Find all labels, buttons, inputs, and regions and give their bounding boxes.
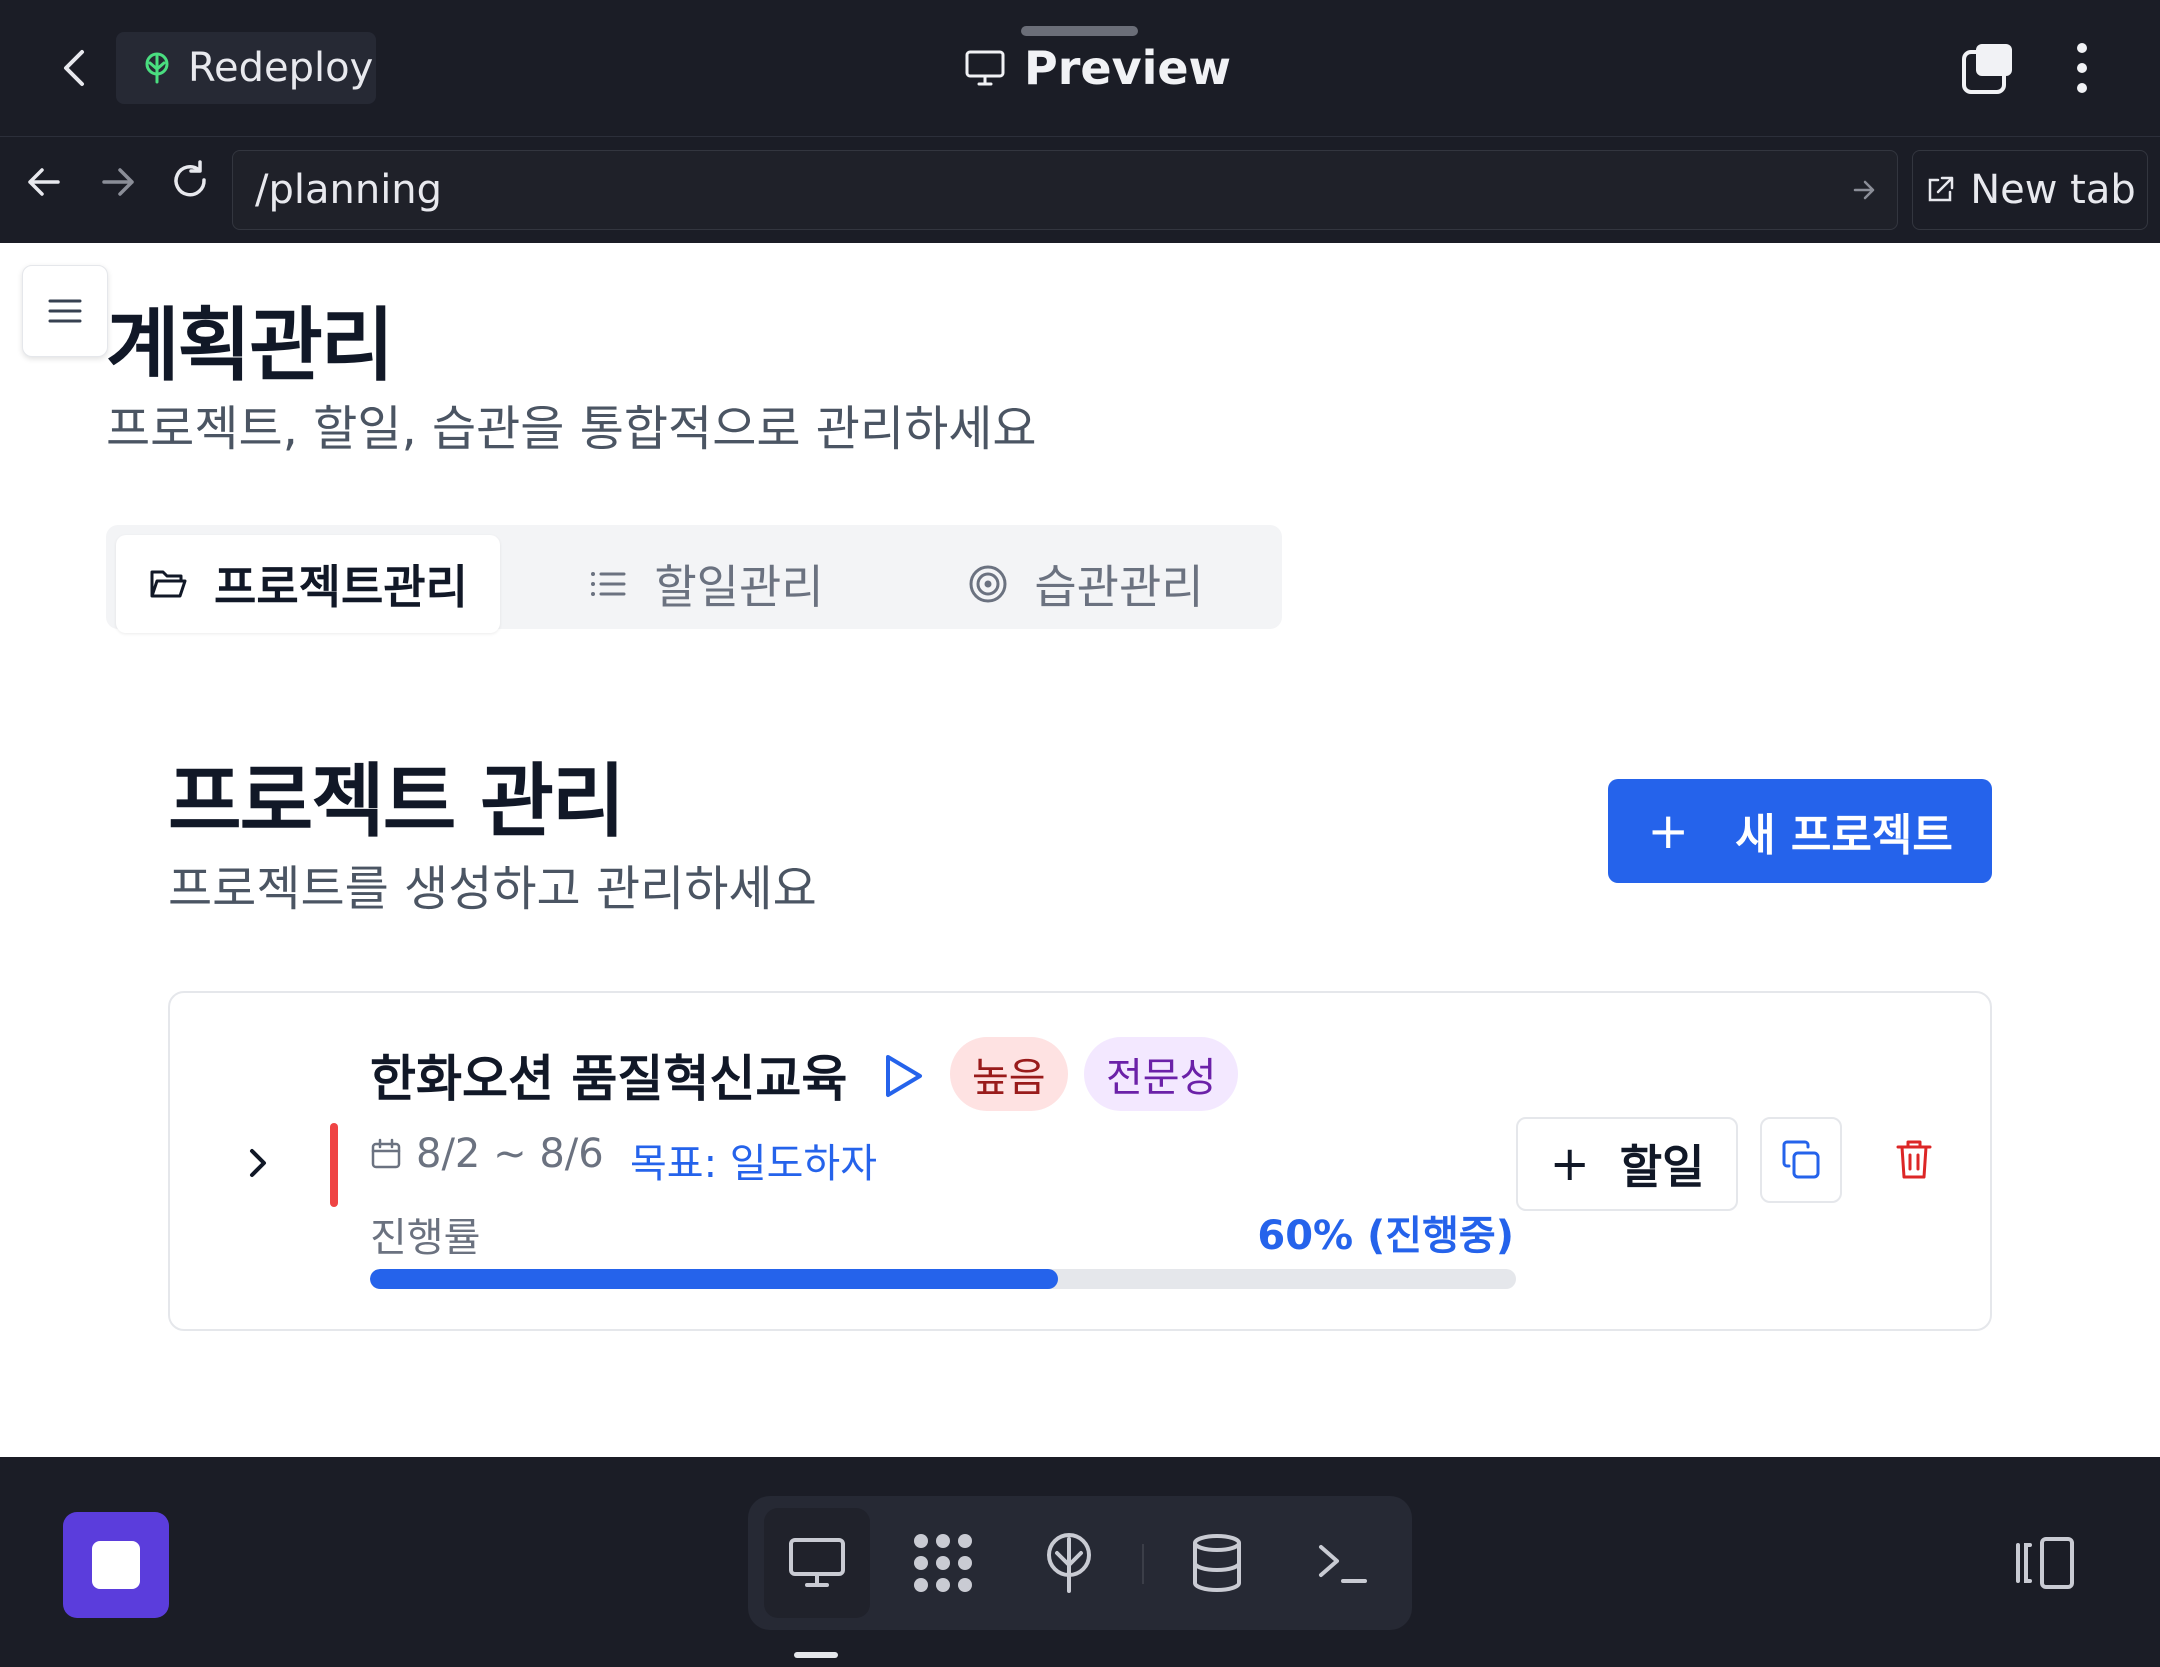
bottom-toolbar <box>0 1457 2160 1667</box>
tab-label: 습관관리 <box>1034 560 1204 614</box>
tree-icon <box>140 51 174 85</box>
stop-button[interactable] <box>63 1512 169 1618</box>
chevron-right-icon <box>250 1149 266 1177</box>
calendar-icon <box>370 1138 402 1170</box>
priority-indicator <box>330 1123 338 1207</box>
progress-label: 진행률 <box>370 1215 481 1261</box>
tab-label: 프로젝트관리 <box>214 560 468 614</box>
list-icon <box>588 564 628 604</box>
hamburger-icon <box>48 299 82 323</box>
chevron-left-icon <box>64 50 84 86</box>
redeploy-label: Redeploy <box>188 45 374 91</box>
panel-toggle-button[interactable] <box>2012 1533 2076 1593</box>
expand-button[interactable] <box>240 1143 276 1183</box>
url-bar: /planning New tab <box>0 138 2160 243</box>
page-subtitle: 프로젝트, 할일, 습관을 통합적으로 관리하세요 <box>106 401 1037 457</box>
add-todo-label: 할일 <box>1619 1140 1705 1194</box>
section-title: 프로젝트 관리 <box>168 755 625 848</box>
grid-dots-icon <box>914 1534 972 1592</box>
sidebar-toggle-button[interactable] <box>22 265 108 357</box>
windows-button[interactable] <box>1960 40 2016 96</box>
monitor-icon <box>789 1538 845 1587</box>
progress-bar-fill <box>370 1269 1058 1289</box>
external-link-icon <box>1924 174 1956 206</box>
project-dates: 8/2 ~ 8/6 <box>370 1131 604 1177</box>
reload-icon <box>174 160 206 197</box>
panel-icon <box>2016 1537 2074 1589</box>
dock-separator <box>1142 1544 1144 1584</box>
page-title: 계획관리 <box>106 299 394 392</box>
windows-icon <box>1962 44 2012 94</box>
tree-icon <box>1047 1533 1091 1593</box>
redeploy-button[interactable]: Redeploy <box>116 32 376 104</box>
terminal-icon <box>1319 1545 1367 1583</box>
arrow-right-icon <box>102 168 134 196</box>
planning-tabs: 프로젝트관리 할일관리 습관관리 <box>106 525 1282 633</box>
reload-button[interactable] <box>166 158 214 206</box>
home-indicator <box>794 1652 838 1658</box>
project-name: 한화오션 품질혁신교육 <box>370 1050 848 1108</box>
arrow-left-icon <box>28 168 60 196</box>
url-input[interactable]: /planning <box>232 150 1898 230</box>
new-project-button[interactable]: + 새 프로젝트 <box>1608 779 1992 883</box>
section-subtitle: 프로젝트를 생성하고 관리하세요 <box>168 861 817 917</box>
add-todo-button[interactable]: + 할일 <box>1516 1117 1738 1211</box>
folder-icon <box>148 564 188 604</box>
tab-projects[interactable]: 프로젝트관리 <box>116 535 500 633</box>
tab-habits[interactable]: 습관관리 <box>926 535 1246 633</box>
drag-handle[interactable] <box>1021 26 1138 36</box>
dock-deploy-button[interactable] <box>1016 1508 1122 1618</box>
priority-badge: 높음 <box>950 1037 1068 1111</box>
dock-terminal-button[interactable] <box>1290 1508 1396 1618</box>
date-range: 8/2 ~ 8/6 <box>416 1131 604 1177</box>
plus-icon: + <box>1549 1136 1590 1192</box>
back-button[interactable] <box>52 42 98 94</box>
copy-icon <box>1782 1140 1820 1179</box>
monitor-icon <box>964 47 1006 89</box>
play-icon <box>886 1055 922 1097</box>
category-badge: 전문성 <box>1084 1037 1239 1111</box>
project-card: 한화오션 품질혁신교육 높음 전문성 8/2 ~ 8/6 목표: 일도하자 진행… <box>168 991 1992 1331</box>
new-project-label: 새 프로젝트 <box>1735 810 1953 861</box>
more-menu-button[interactable] <box>2062 40 2102 96</box>
go-icon[interactable] <box>1849 175 1879 205</box>
target-icon <box>968 564 1008 604</box>
tool-dock <box>748 1496 1412 1630</box>
delete-button[interactable] <box>1884 1129 1944 1189</box>
preview-title: Preview <box>964 36 1231 100</box>
duplicate-button[interactable] <box>1760 1117 1842 1203</box>
trash-icon <box>1896 1140 1932 1179</box>
project-goal: 목표: 일도하자 <box>630 1141 877 1187</box>
more-vertical-icon <box>2077 43 2087 93</box>
start-project-button[interactable] <box>882 1053 926 1099</box>
new-tab-label: New tab <box>1970 167 2136 213</box>
preview-title-text: Preview <box>1024 41 1232 95</box>
dock-database-button[interactable] <box>1164 1508 1270 1618</box>
database-icon <box>1193 1534 1241 1592</box>
plus-icon: + <box>1647 802 1690 860</box>
nav-forward-button[interactable] <box>94 158 142 206</box>
progress-bar <box>370 1269 1516 1289</box>
dock-workflow-button[interactable] <box>890 1508 996 1618</box>
app-header: Redeploy Preview <box>0 0 2160 137</box>
stop-icon <box>92 1541 140 1589</box>
preview-content: 계획관리 프로젝트, 할일, 습관을 통합적으로 관리하세요 프로젝트관리 할일… <box>0 243 2160 1457</box>
new-tab-button[interactable]: New tab <box>1912 150 2148 230</box>
nav-back-button[interactable] <box>20 158 68 206</box>
dock-preview-button[interactable] <box>764 1508 870 1618</box>
url-text: /planning <box>255 167 443 213</box>
progress-value: 60% (진행중) <box>1257 1213 1514 1259</box>
tab-label: 할일관리 <box>654 560 824 614</box>
tab-todos[interactable]: 할일관리 <box>546 535 866 633</box>
